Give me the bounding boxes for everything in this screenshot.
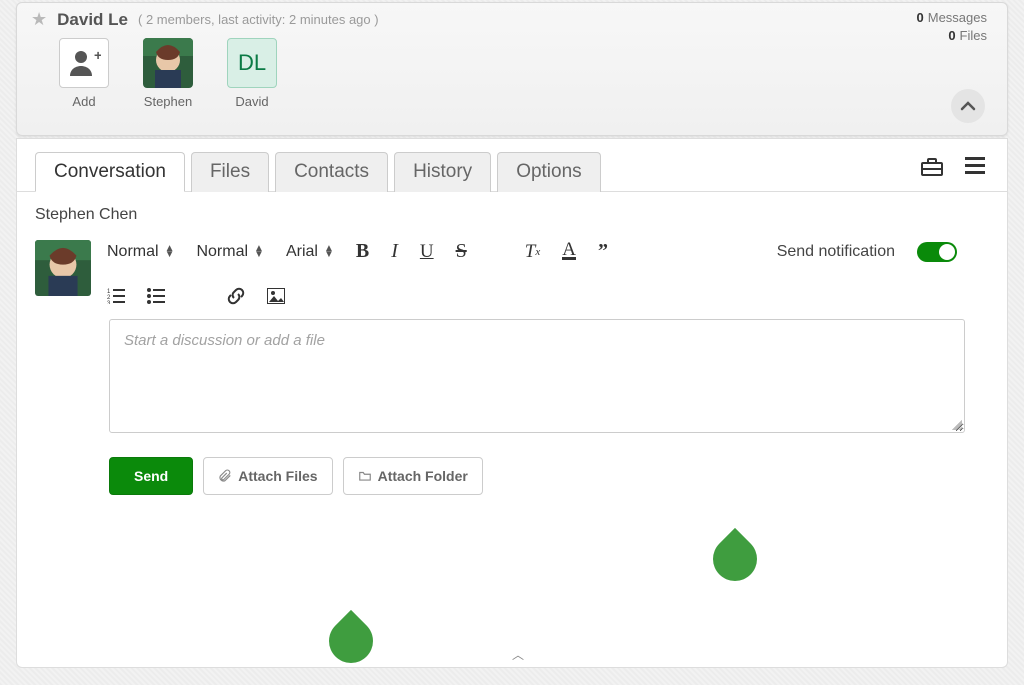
tab-conversation[interactable]: Conversation	[35, 152, 185, 192]
image-button[interactable]	[267, 288, 285, 304]
add-member-button[interactable]: + Add	[55, 38, 113, 109]
link-button[interactable]	[227, 287, 245, 305]
unordered-list-button[interactable]	[147, 288, 165, 304]
font-size-select[interactable]: Normal▲▼	[107, 243, 174, 261]
expand-caret-icon[interactable]: ︿	[512, 646, 524, 663]
conversation-title: David Le	[57, 10, 128, 30]
tab-files[interactable]: Files	[191, 152, 269, 192]
clear-format-button[interactable]: Tx	[525, 241, 540, 263]
messages-label: Messages	[928, 10, 987, 25]
files-count: 0	[948, 28, 955, 43]
chevron-up-icon	[960, 98, 976, 114]
tab-contacts[interactable]: Contacts	[275, 152, 388, 192]
conversation-meta: ( 2 members, last activity: 2 minutes ag…	[138, 12, 379, 27]
avatar-initials: DL	[227, 38, 277, 88]
collapse-button[interactable]	[951, 89, 985, 123]
avatar	[143, 38, 193, 88]
tab-history[interactable]: History	[394, 152, 491, 192]
strike-button[interactable]: S	[456, 240, 467, 263]
star-icon[interactable]: ★	[31, 9, 47, 30]
send-button[interactable]: Send	[109, 457, 193, 495]
ordered-list-button[interactable]: 123	[107, 288, 125, 304]
add-member-label: Add	[72, 94, 95, 109]
files-label: Files	[960, 28, 987, 43]
composer-author: Stephen Chen	[35, 206, 1007, 224]
member-stephen[interactable]: Stephen	[139, 38, 197, 109]
cursor-indicator	[320, 610, 382, 672]
text-color-button[interactable]: A	[562, 243, 576, 260]
member-david[interactable]: DL David	[223, 38, 281, 109]
attach-files-label: Attach Files	[238, 468, 317, 484]
blockquote-button[interactable]: ”	[598, 240, 608, 263]
font-family-select[interactable]: Arial▲▼	[286, 243, 334, 261]
conversation-stats: 0 Messages 0 Files	[917, 9, 987, 45]
paperclip-icon	[218, 469, 232, 483]
tabs: Conversation Files Contacts History Opti…	[17, 139, 1007, 192]
attach-files-button[interactable]: Attach Files	[203, 457, 332, 495]
editor-toolbar: Normal▲▼ Normal▲▼ Arial▲▼ B I U S Tx A ”…	[107, 240, 957, 305]
send-notification-toggle[interactable]	[917, 242, 957, 262]
tab-options[interactable]: Options	[497, 152, 600, 192]
member-name: Stephen	[144, 94, 192, 109]
menu-icon[interactable]	[965, 157, 985, 183]
svg-text:+: +	[94, 47, 101, 63]
cursor-indicator	[704, 528, 766, 590]
message-editor[interactable]: Start a discussion or add a file	[109, 319, 965, 433]
svg-text:3: 3	[107, 301, 111, 304]
messages-count: 0	[917, 10, 924, 25]
conversation-pane: Conversation Files Contacts History Opti…	[16, 138, 1008, 668]
briefcase-icon[interactable]	[921, 157, 943, 183]
member-name: David	[235, 94, 268, 109]
conversation-header: ★ David Le ( 2 members, last activity: 2…	[16, 2, 1008, 136]
composer-avatar	[35, 240, 91, 296]
attach-folder-button[interactable]: Attach Folder	[343, 457, 483, 495]
bold-button[interactable]: B	[356, 240, 369, 263]
attach-folder-label: Attach Folder	[378, 468, 468, 484]
underline-button[interactable]: U	[420, 241, 434, 263]
italic-button[interactable]: I	[391, 240, 398, 263]
add-person-icon: +	[67, 46, 101, 80]
send-notification-label: Send notification	[777, 243, 895, 261]
heading-select[interactable]: Normal▲▼	[196, 243, 263, 261]
folder-icon	[358, 469, 372, 483]
